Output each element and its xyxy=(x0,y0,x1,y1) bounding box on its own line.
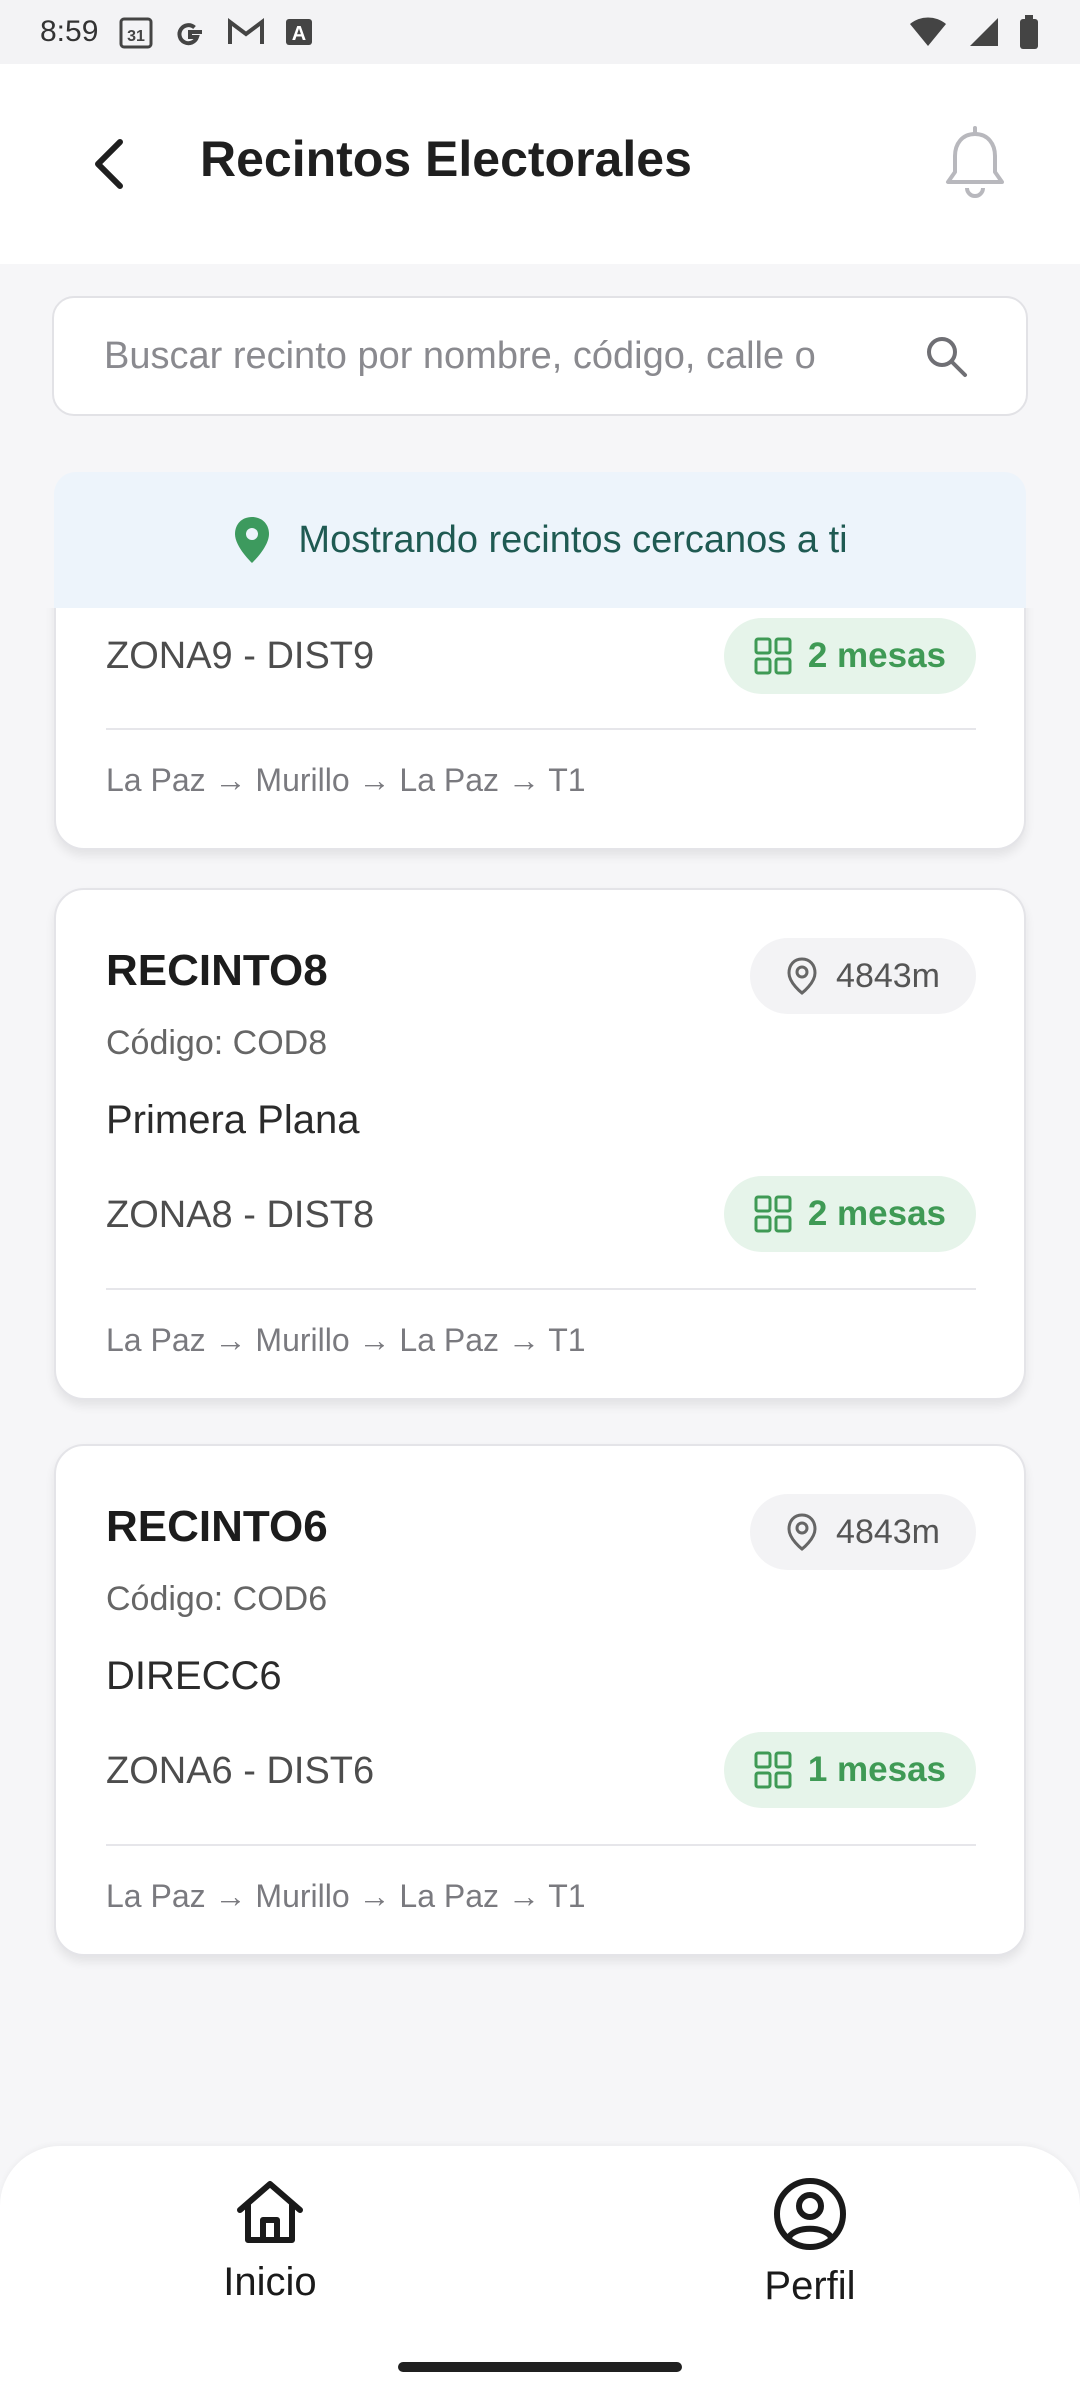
signal-icon xyxy=(966,16,1000,48)
search-input[interactable] xyxy=(104,334,916,378)
notifications-button[interactable] xyxy=(930,119,1020,209)
distance-badge: 4843m xyxy=(750,938,976,1014)
status-bar: 8:59 31 A xyxy=(0,0,1080,64)
card-title: RECINTO8 xyxy=(106,946,328,995)
battery-icon xyxy=(1018,15,1040,49)
mesas-badge: 2 mesas xyxy=(723,618,976,694)
nearby-banner-text: Mostrando recintos cercanos a ti xyxy=(298,518,848,561)
back-arrow-icon xyxy=(95,139,123,189)
mesas-badge: 2 mesas xyxy=(723,1176,976,1252)
location-pin-icon xyxy=(235,517,270,563)
card-title: RECINTO6 xyxy=(106,1502,328,1551)
card-address: DIRECC6 xyxy=(106,1654,282,1698)
profile-icon xyxy=(774,2178,846,2250)
calendar-icon: 31 xyxy=(118,14,154,50)
nav-label-inicio: Inicio xyxy=(223,2260,317,2304)
location-outline-icon xyxy=(787,957,817,995)
card-code: Código: COD8 xyxy=(106,1024,328,1062)
recinto-card[interactable]: RECINTO8 4843m Código: COD8 Primera Plan… xyxy=(54,888,1026,1400)
grid-icon xyxy=(754,637,792,675)
bell-icon xyxy=(946,126,1004,198)
status-time: 8:59 xyxy=(40,15,99,48)
card-address: Primera Plana xyxy=(106,1098,360,1142)
recinto-card[interactable]: ZONA9 - DIST9 2 mesas La Paz → Murillo →… xyxy=(54,608,1026,850)
card-code: Código: COD6 xyxy=(106,1580,328,1618)
search-bar[interactable] xyxy=(52,296,1028,416)
back-button[interactable] xyxy=(70,124,150,204)
recintos-list[interactable]: ZONA9 - DIST9 2 mesas La Paz → Murillo →… xyxy=(0,608,1080,2148)
app-bar: Recintos Electorales xyxy=(0,64,1080,264)
font-glyph: A xyxy=(292,23,306,45)
mesas-count: 2 mesas xyxy=(807,1194,946,1233)
google-icon xyxy=(172,14,208,50)
search-icon[interactable] xyxy=(916,326,976,386)
page-title: Recintos Electorales xyxy=(200,131,692,187)
home-indicator[interactable] xyxy=(398,2362,682,2372)
location-outline-icon xyxy=(787,1513,817,1551)
distance-value: 4843m xyxy=(836,1512,940,1551)
nav-label-perfil: Perfil xyxy=(764,2264,856,2308)
wifi-icon xyxy=(908,16,948,48)
card-zone: ZONA9 - DIST9 xyxy=(106,635,375,677)
grid-icon xyxy=(754,1195,792,1233)
card-divider xyxy=(106,728,976,730)
nearby-banner: Mostrando recintos cercanos a ti xyxy=(54,472,1026,608)
card-location-path: La Paz → Murillo → La Paz → T1 xyxy=(106,762,586,798)
calendar-day: 31 xyxy=(127,28,145,45)
distance-value: 4843m xyxy=(836,956,940,995)
home-icon xyxy=(237,2181,303,2243)
card-location-path: La Paz → Murillo → La Paz → T1 xyxy=(106,1878,586,1914)
mesas-badge: 1 mesas xyxy=(723,1732,976,1808)
distance-badge: 4843m xyxy=(750,1494,976,1570)
grid-icon xyxy=(754,1751,792,1789)
nav-item-perfil[interactable]: Perfil xyxy=(660,2176,960,2309)
card-divider xyxy=(106,1844,976,1846)
card-divider xyxy=(106,1288,976,1290)
recinto-card[interactable]: RECINTO6 4843m Código: COD6 DIRECC6 ZONA… xyxy=(54,1444,1026,1956)
font-icon: A xyxy=(284,17,314,47)
mesas-count: 2 mesas xyxy=(807,636,946,675)
card-location-path: La Paz → Murillo → La Paz → T1 xyxy=(106,1322,586,1358)
card-zone: ZONA8 - DIST8 xyxy=(106,1194,375,1236)
mesas-count: 1 mesas xyxy=(807,1750,946,1789)
gmail-icon xyxy=(226,16,266,48)
nav-item-inicio[interactable]: Inicio xyxy=(120,2176,420,2305)
card-zone: ZONA6 - DIST6 xyxy=(106,1750,375,1792)
